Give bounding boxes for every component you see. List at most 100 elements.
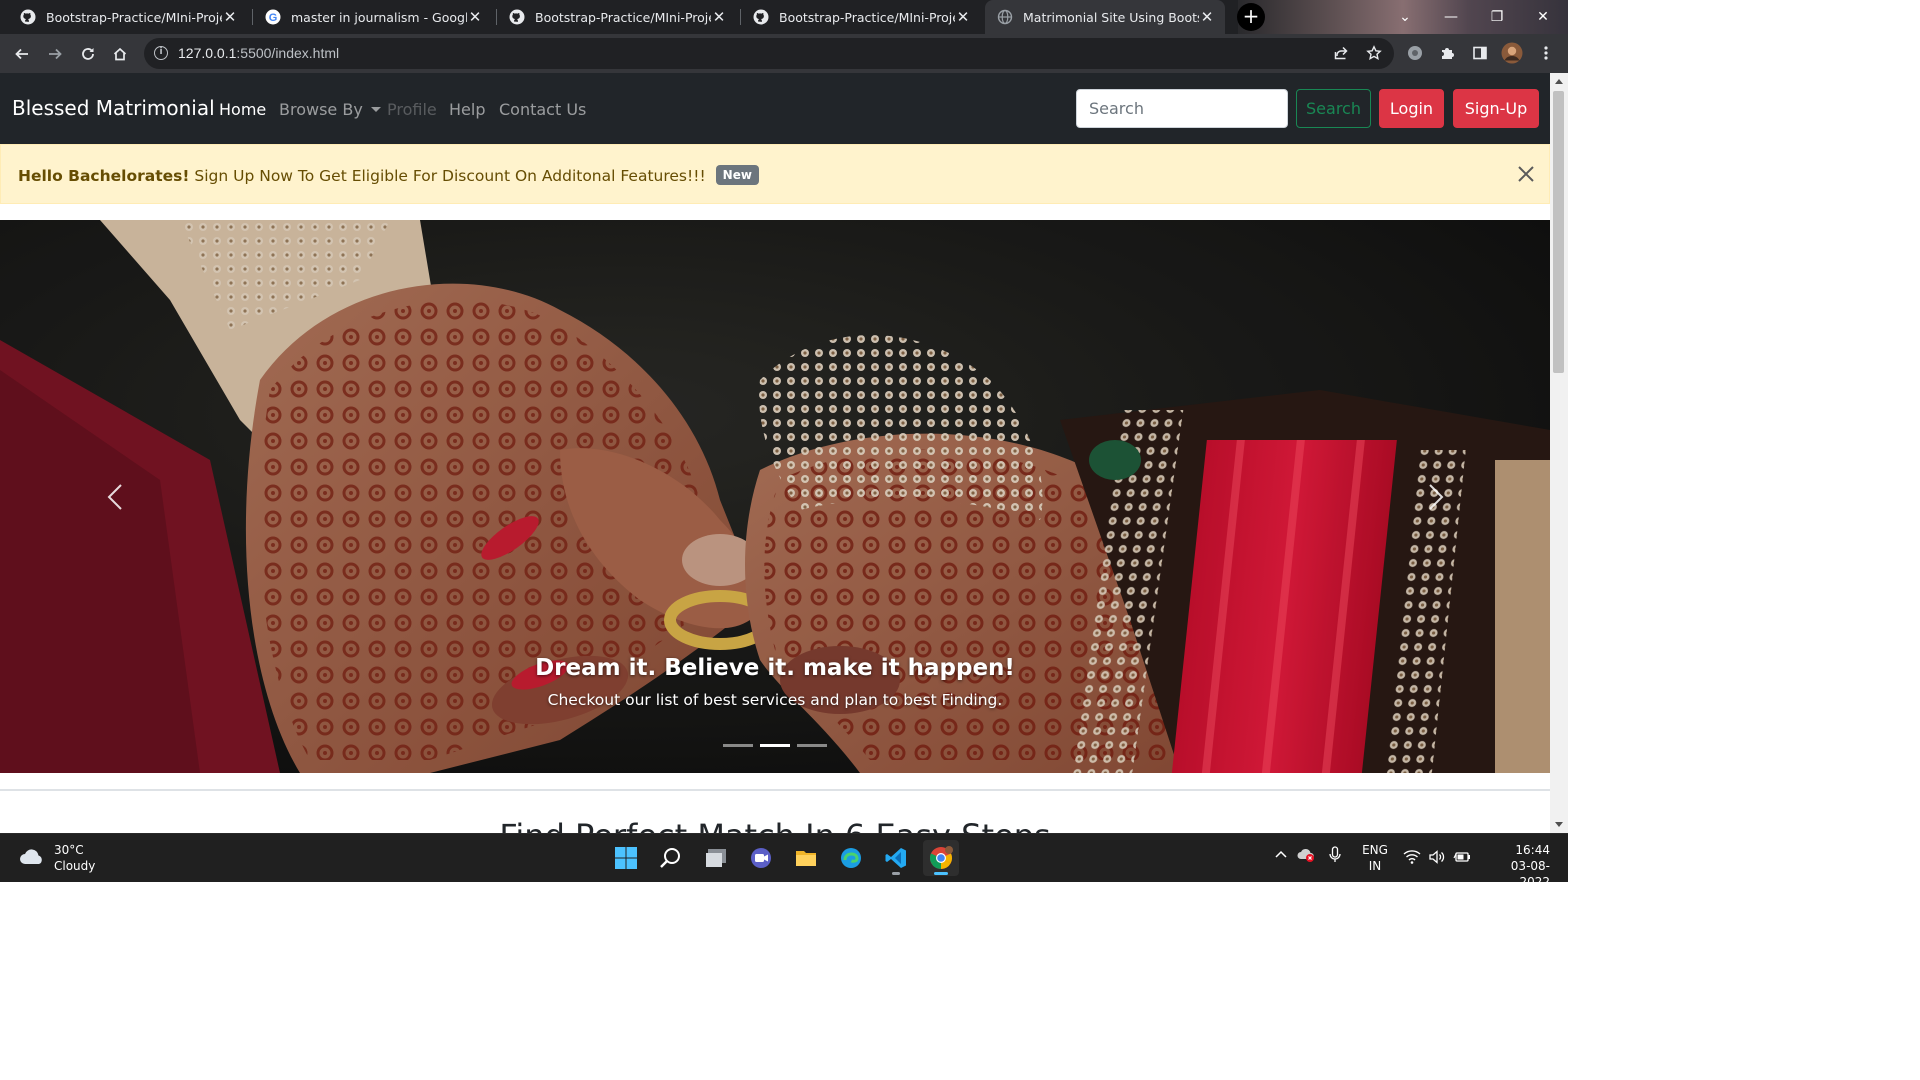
clock-time: 16:44 (1515, 843, 1550, 857)
file-explorer-icon[interactable] (788, 840, 824, 876)
alert-strong-text: Hello Bachelorates! (18, 167, 190, 185)
weather-text: 30°C Cloudy (54, 842, 95, 874)
nav-dropdown-browse-by[interactable]: Browse By (279, 100, 381, 119)
hero-carousel: Dream it. Believe it. make it happen! Ch… (0, 220, 1550, 773)
tab-title: Bootstrap-Practice/MIni-Project_ (779, 9, 955, 25)
browser-toolbar: i 127.0.0.1:5500/index.html (0, 34, 1568, 73)
nav-dropdown-label: Browse By (279, 100, 363, 119)
browser-tab[interactable]: Bootstrap-Practice/MIni-Project_ ✕ (497, 0, 737, 34)
battery-icon[interactable] (1453, 849, 1471, 868)
weather-condition: Cloudy (54, 859, 96, 873)
site-navbar: Blessed Matrimonial Home Browse By Profi… (0, 73, 1550, 144)
github-icon (753, 9, 769, 25)
login-button[interactable]: Login (1379, 89, 1444, 128)
steps-section-title: Find Perfect Match In 6 Easy Steps (0, 817, 1550, 833)
nav-link-profile: Profile (387, 100, 437, 119)
address-bar[interactable]: i 127.0.0.1:5500/index.html (144, 38, 1394, 69)
reload-icon[interactable] (75, 41, 101, 67)
close-tab-icon[interactable]: ✕ (955, 9, 971, 25)
onedrive-icon[interactable] (1297, 846, 1317, 867)
close-icon[interactable] (1516, 164, 1536, 184)
carousel-indicator-3[interactable] (797, 744, 827, 747)
nav-link-contact[interactable]: Contact Us (499, 100, 586, 119)
chevron-up-icon[interactable] (1274, 847, 1288, 864)
tab-title: Bootstrap-Practice/MIni-Project_ (535, 9, 711, 25)
svg-text:G: G (269, 12, 278, 24)
profile-avatar[interactable] (1501, 42, 1523, 64)
teams-chat-icon[interactable] (743, 840, 779, 876)
url-text: 127.0.0.1:5500/index.html (178, 45, 340, 61)
close-tab-icon[interactable]: ✕ (467, 9, 483, 25)
alert-message: Hello Bachelorates! Sign Up Now To Get E… (18, 165, 759, 185)
restore-icon[interactable]: ❐ (1474, 0, 1520, 34)
windows-start-icon[interactable] (608, 840, 644, 876)
side-panel-icon[interactable] (1469, 42, 1491, 64)
system-clock[interactable]: 16:44 03-08-2022 (1484, 842, 1550, 890)
tab-search-icon[interactable]: ⌄ (1382, 0, 1428, 34)
site-info-icon[interactable]: i (154, 46, 168, 60)
caption-title: Dream it. Believe it. make it happen! (535, 655, 1015, 681)
browser-tab[interactable]: Bootstrap-Practice/MIni-Project_ ✕ (741, 0, 981, 34)
tab-title: Bootstrap-Practice/MIni-Project_ (46, 9, 222, 25)
language-code: ENG (1362, 843, 1388, 857)
windows-taskbar: 30°C Cloudy ENG IN 16:44 03-08-2022 (0, 833, 1568, 889)
temperature: 30°C (54, 843, 84, 857)
puzzle-extensions-icon[interactable] (1436, 42, 1458, 64)
close-window-icon[interactable]: ✕ (1520, 0, 1566, 34)
close-tab-icon[interactable]: ✕ (1199, 9, 1215, 25)
caption-text: Checkout our list of best services and p… (547, 691, 1003, 709)
forward-arrow-icon[interactable] (42, 41, 68, 67)
carousel-prev-icon[interactable] (101, 482, 131, 512)
new-tab-button[interactable]: + (1237, 3, 1265, 31)
tab-title: Matrimonial Site Using Bootstrap (1023, 9, 1199, 25)
vscode-icon[interactable] (878, 840, 914, 876)
nav-link-home[interactable]: Home (219, 100, 266, 119)
globe-icon (997, 9, 1013, 25)
extension-icon[interactable] (1404, 42, 1426, 64)
page-scrollbar[interactable] (1550, 73, 1568, 833)
carousel-caption: Dream it. Believe it. make it happen! Ch… (0, 655, 1550, 709)
scroll-down-arrow-icon[interactable] (1555, 822, 1563, 827)
carousel-indicator-2[interactable] (760, 744, 790, 747)
scroll-up-arrow-icon[interactable] (1555, 79, 1563, 84)
chrome-icon[interactable] (923, 840, 959, 876)
carousel-indicator-1[interactable] (723, 744, 753, 747)
site-brand[interactable]: Blessed Matrimonial (12, 96, 215, 120)
cloud-icon (18, 845, 46, 871)
carousel-indicators (723, 744, 827, 748)
carousel-next-icon[interactable] (1420, 482, 1450, 512)
search-input[interactable] (1076, 89, 1288, 128)
weather-widget[interactable]: 30°C Cloudy (18, 842, 95, 874)
google-icon: G (265, 9, 281, 25)
volume-icon[interactable] (1428, 849, 1446, 868)
browser-tab-strip: Bootstrap-Practice/MIni-Project_ ✕ G mas… (0, 0, 1568, 34)
wifi-icon[interactable] (1403, 849, 1421, 868)
section-divider (0, 789, 1550, 791)
task-view-icon[interactable] (698, 840, 734, 876)
kebab-menu-icon[interactable] (1535, 42, 1557, 64)
minimize-icon[interactable]: — (1428, 0, 1474, 34)
browser-tab[interactable]: G master in journalism - Google Se ✕ (253, 0, 493, 34)
browser-tab[interactable]: Bootstrap-Practice/MIni-Project_ ✕ (8, 0, 248, 34)
share-icon[interactable] (1330, 42, 1352, 64)
page-viewport: Blessed Matrimonial Home Browse By Profi… (0, 73, 1550, 833)
github-icon (509, 9, 525, 25)
edge-browser-icon[interactable] (833, 840, 869, 876)
browser-tab-active[interactable]: Matrimonial Site Using Bootstrap ✕ (985, 0, 1225, 34)
home-icon[interactable] (107, 41, 133, 67)
caret-down-icon (370, 107, 381, 112)
github-icon (20, 9, 36, 25)
close-tab-icon[interactable]: ✕ (711, 9, 727, 25)
nav-link-help[interactable]: Help (449, 100, 485, 119)
language-indicator[interactable]: ENG IN (1360, 842, 1390, 874)
search-icon[interactable] (653, 840, 689, 876)
back-arrow-icon[interactable] (9, 41, 35, 67)
scrollbar-thumb[interactable] (1553, 91, 1564, 373)
close-tab-icon[interactable]: ✕ (222, 9, 238, 25)
search-button[interactable]: Search (1296, 89, 1371, 128)
tab-title: master in journalism - Google Se (291, 9, 467, 25)
microphone-icon[interactable] (1327, 846, 1343, 867)
signup-button[interactable]: Sign-Up (1453, 89, 1539, 128)
promo-alert: Hello Bachelorates! Sign Up Now To Get E… (0, 144, 1550, 204)
bookmark-star-icon[interactable] (1363, 42, 1385, 64)
